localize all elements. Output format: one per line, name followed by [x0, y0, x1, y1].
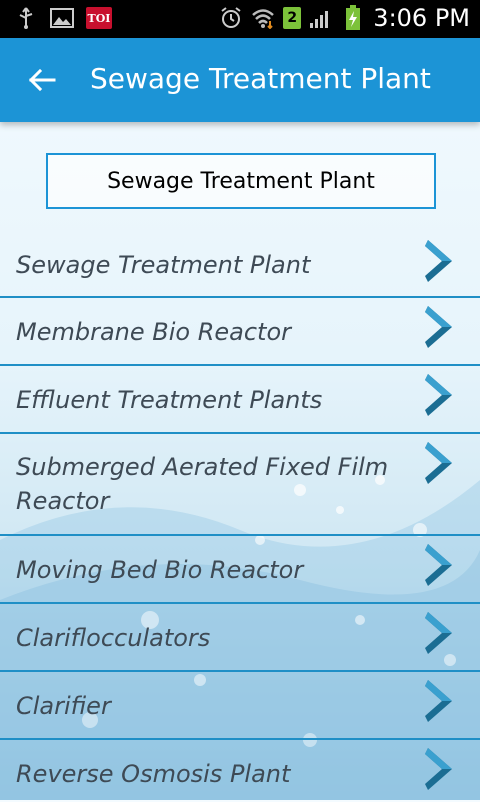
chevron-right-icon	[425, 306, 452, 348]
list-item[interactable]: Effluent Treatment Plants	[0, 366, 480, 434]
list-item[interactable]: Reverse Osmosis Plant	[0, 740, 480, 802]
list-item[interactable]: Clariflocculators	[0, 604, 480, 672]
section-header-box: Sewage Treatment Plant	[46, 153, 436, 209]
list-item-label: Submerged Aerated Fixed Film Reactor	[16, 453, 389, 515]
list-item-label: Membrane Bio Reactor	[16, 318, 292, 346]
chevron-right-icon	[425, 680, 452, 722]
list-item[interactable]: Moving Bed Bio Reactor	[0, 536, 480, 604]
chevron-right-icon	[425, 748, 452, 790]
app-bar: Sewage Treatment Plant	[0, 38, 480, 122]
list-item-label: Moving Bed Bio Reactor	[16, 556, 304, 584]
list-item[interactable]: Clarifier	[0, 672, 480, 740]
list-item-label: Reverse Osmosis Plant	[16, 760, 291, 788]
status-time: 3:06 PM	[373, 4, 470, 32]
list-item-label: Sewage Treatment Plant	[16, 251, 311, 279]
chevron-right-icon	[425, 240, 452, 282]
status-bar: TOI 2 3:06 PM	[0, 0, 480, 38]
back-button[interactable]	[24, 62, 60, 98]
list-item[interactable]: Membrane Bio Reactor	[0, 298, 480, 366]
list-item-label: Effluent Treatment Plants	[16, 386, 323, 414]
notification-count-badge: 2	[283, 7, 302, 29]
menu-list: Sewage Treatment Plant Membrane Bio Reac…	[0, 232, 480, 802]
alarm-icon	[219, 6, 243, 30]
chevron-right-icon	[425, 612, 452, 654]
image-icon	[50, 6, 74, 30]
chevron-right-icon	[425, 544, 452, 586]
list-item-label: Clariflocculators	[16, 624, 211, 652]
signal-icon	[309, 6, 333, 30]
battery-charging-icon	[341, 5, 365, 30]
usb-icon	[14, 6, 38, 30]
chevron-right-icon	[425, 374, 452, 416]
status-bar-left: TOI	[14, 6, 112, 30]
toi-app-icon: TOI	[86, 7, 112, 29]
list-item[interactable]: Submerged Aerated Fixed Film Reactor	[0, 434, 480, 536]
status-bar-right: 2 3:06 PM	[219, 4, 470, 32]
list-item[interactable]: Sewage Treatment Plant	[0, 232, 480, 298]
arrow-left-icon	[28, 68, 56, 92]
page-title: Sewage Treatment Plant	[90, 62, 431, 95]
chevron-right-icon	[425, 442, 452, 484]
list-item-label: Clarifier	[16, 692, 111, 720]
wifi-icon	[251, 6, 275, 30]
